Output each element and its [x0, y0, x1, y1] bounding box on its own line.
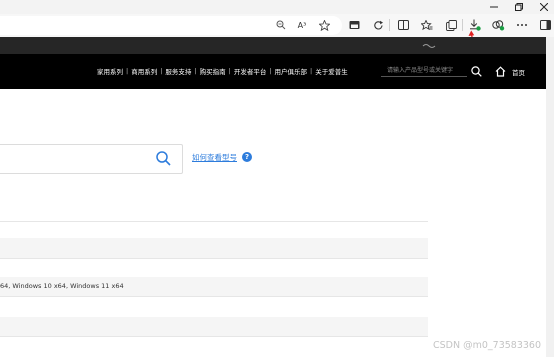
os-support-cell: 64, Windows 10 x64, Windows 11 x64 — [0, 282, 124, 290]
minimize-icon — [490, 6, 498, 8]
site-navigation-bar: 家用系列 | 商用系列 | 服务支持 | 购买指南 | 开发者平台 | 用户俱乐… — [0, 54, 546, 89]
table-row — [0, 317, 428, 336]
nav-item-support[interactable]: 服务支持 — [165, 66, 191, 76]
home-icon[interactable] — [495, 66, 506, 77]
window-title-bar — [0, 0, 554, 14]
site-search-input[interactable]: 请输入产品型号或关键字 — [381, 64, 467, 77]
nav-item-developer[interactable]: 开发者平台 — [234, 66, 267, 76]
table-divider — [0, 296, 428, 297]
watermark-text: CSDN @m0_73583360 — [433, 340, 542, 351]
favorite-star-icon[interactable] — [317, 18, 331, 32]
read-aloud-icon[interactable]: A³ — [295, 18, 309, 32]
refresh-icon[interactable] — [371, 18, 385, 32]
home-link[interactable]: 首页 — [512, 67, 525, 77]
table-divider — [0, 336, 428, 337]
nav-separator: | — [269, 67, 272, 75]
toolbar-divider — [389, 19, 390, 31]
extensions-icon[interactable] — [491, 18, 505, 32]
how-to-find-model-link[interactable]: 如何查看型号 — [192, 152, 237, 163]
nav-item-home-series[interactable]: 家用系列 — [97, 66, 123, 76]
split-screen-icon[interactable] — [396, 18, 410, 32]
nav-item-purchase-guide[interactable]: 购买指南 — [200, 66, 226, 76]
search-icon[interactable] — [156, 151, 171, 166]
table-divider — [0, 258, 428, 259]
table-divider — [0, 221, 428, 222]
restore-button[interactable] — [506, 0, 532, 14]
nav-item-about[interactable]: 关于爱普生 — [315, 66, 348, 76]
nav-separator: | — [126, 67, 129, 75]
model-search-input[interactable] — [0, 144, 183, 174]
restore-icon — [515, 3, 523, 11]
close-icon — [540, 3, 548, 11]
read-aloud-label: A³ — [297, 20, 307, 30]
nav-separator: | — [194, 67, 197, 75]
close-button[interactable] — [531, 0, 554, 14]
nav-menu: 家用系列 | 商用系列 | 服务支持 | 购买指南 | 开发者平台 | 用户俱乐… — [97, 66, 348, 76]
collections-icon[interactable] — [444, 18, 458, 32]
site-search-icon[interactable] — [471, 66, 482, 77]
zoom-icon[interactable] — [274, 18, 288, 32]
favorites-icon[interactable] — [420, 18, 434, 32]
nav-item-business-series[interactable]: 商用系列 — [131, 66, 157, 76]
page-scrollbar[interactable] — [546, 37, 554, 357]
nav-separator: | — [310, 67, 313, 75]
site-top-bar — [0, 37, 546, 54]
table-row — [0, 238, 428, 258]
sidebar-icon[interactable] — [538, 18, 552, 32]
app-available-icon[interactable] — [347, 18, 361, 32]
brand-mini-logo-icon — [422, 44, 436, 48]
nav-separator: | — [228, 67, 231, 75]
settings-more-icon[interactable] — [515, 18, 529, 32]
minimize-button[interactable] — [481, 0, 507, 14]
address-bar[interactable]: A³ — [0, 16, 342, 35]
toolbar-divider-2 — [462, 19, 463, 31]
nav-separator: | — [160, 67, 163, 75]
nav-item-user-club[interactable]: 用户俱乐部 — [275, 66, 308, 76]
help-question-icon[interactable]: ? — [242, 152, 252, 162]
